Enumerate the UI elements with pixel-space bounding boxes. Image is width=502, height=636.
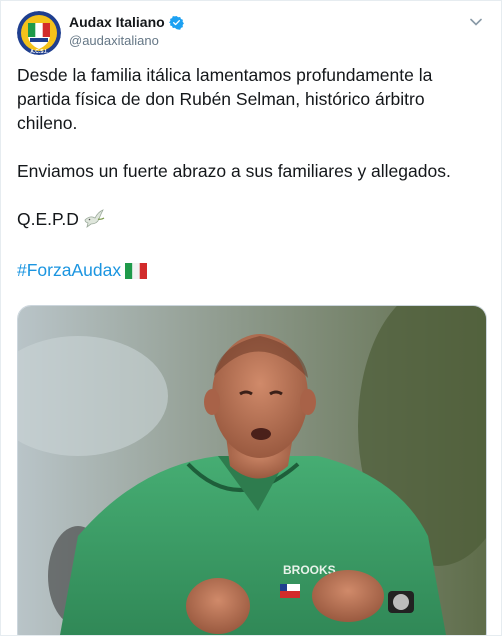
tweet-header: A.C.S.I. Audax Italiano @audaxitaliano	[17, 11, 485, 55]
audax-crest-icon: A.C.S.I.	[17, 11, 61, 55]
verified-badge-icon	[168, 15, 184, 30]
display-name[interactable]: Audax Italiano	[69, 14, 165, 30]
chevron-down-icon[interactable]	[467, 13, 485, 31]
tweet-text: Desde la familia itálica lamentamos prof…	[17, 63, 487, 285]
hashtag-link[interactable]: #ForzaAudax	[17, 260, 121, 280]
avatar[interactable]: A.C.S.I.	[17, 11, 61, 55]
tweet-paragraph-qepd: Q.E.P.D	[17, 207, 487, 234]
referee-photo: BROOKS	[18, 306, 486, 635]
tweet-paragraph: Desde la familia itálica lamentamos prof…	[17, 65, 433, 133]
qepd-text: Q.E.P.D	[17, 209, 79, 229]
user-handle[interactable]: @audaxitaliano	[69, 33, 184, 48]
tweet-paragraph: Enviamos un fuerte abrazo a sus familiar…	[17, 161, 451, 181]
italy-flag-icon	[125, 261, 148, 285]
svg-text:A.C.S.I.: A.C.S.I.	[30, 49, 48, 55]
tweet-photo[interactable]: BROOKS	[17, 305, 487, 635]
dove-icon	[83, 208, 105, 234]
chile-flag-badge	[280, 584, 300, 598]
tweet-card[interactable]: A.C.S.I. Audax Italiano @audaxitaliano D	[0, 0, 502, 636]
tweet-paragraph-hashtag: #ForzaAudax	[17, 258, 487, 285]
